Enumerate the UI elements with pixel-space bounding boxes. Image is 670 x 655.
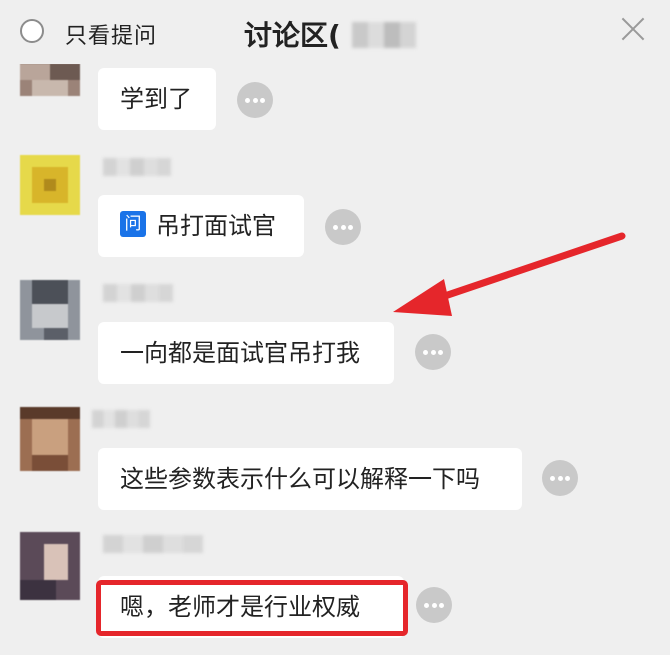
- message-bubble[interactable]: 这些参数表示什么可以解释一下吗: [98, 448, 522, 510]
- username-blurred: [92, 410, 150, 428]
- more-dots-icon[interactable]: [325, 209, 361, 245]
- username-blurred: [103, 535, 203, 553]
- message-text: 这些参数表示什么可以解释一下吗: [120, 465, 480, 493]
- avatar: [20, 532, 80, 600]
- message-text: 嗯，老师才是行业权威: [120, 593, 360, 621]
- discussion-title: 讨论区(: [244, 19, 341, 52]
- username-blurred: [103, 284, 173, 302]
- close-icon[interactable]: [620, 16, 646, 42]
- only-questions-radio-icon[interactable]: [20, 19, 44, 43]
- username-blurred: [103, 158, 171, 176]
- avatar: [20, 155, 80, 215]
- message-bubble[interactable]: 问吊打面试官: [98, 195, 304, 257]
- message-bubble[interactable]: 一向都是面试官吊打我: [98, 322, 394, 384]
- avatar: [20, 407, 80, 471]
- question-badge: 问: [120, 211, 146, 237]
- avatar: [20, 280, 80, 340]
- message-text: 学到了: [120, 85, 192, 113]
- message-bubble[interactable]: 嗯，老师才是行业权威: [98, 576, 404, 638]
- title-count-blurred: [352, 22, 416, 48]
- message-text: 一向都是面试官吊打我: [120, 339, 360, 367]
- only-questions-label[interactable]: 只看提问: [65, 18, 157, 50]
- message-text: 吊打面试官: [156, 212, 276, 240]
- more-dots-icon[interactable]: [415, 334, 451, 370]
- more-dots-icon[interactable]: [542, 460, 578, 496]
- discussion-header: 只看提问 讨论区(: [0, 0, 670, 64]
- more-dots-icon[interactable]: [237, 82, 273, 118]
- more-dots-icon[interactable]: [416, 587, 452, 623]
- message-bubble[interactable]: 学到了: [98, 68, 216, 130]
